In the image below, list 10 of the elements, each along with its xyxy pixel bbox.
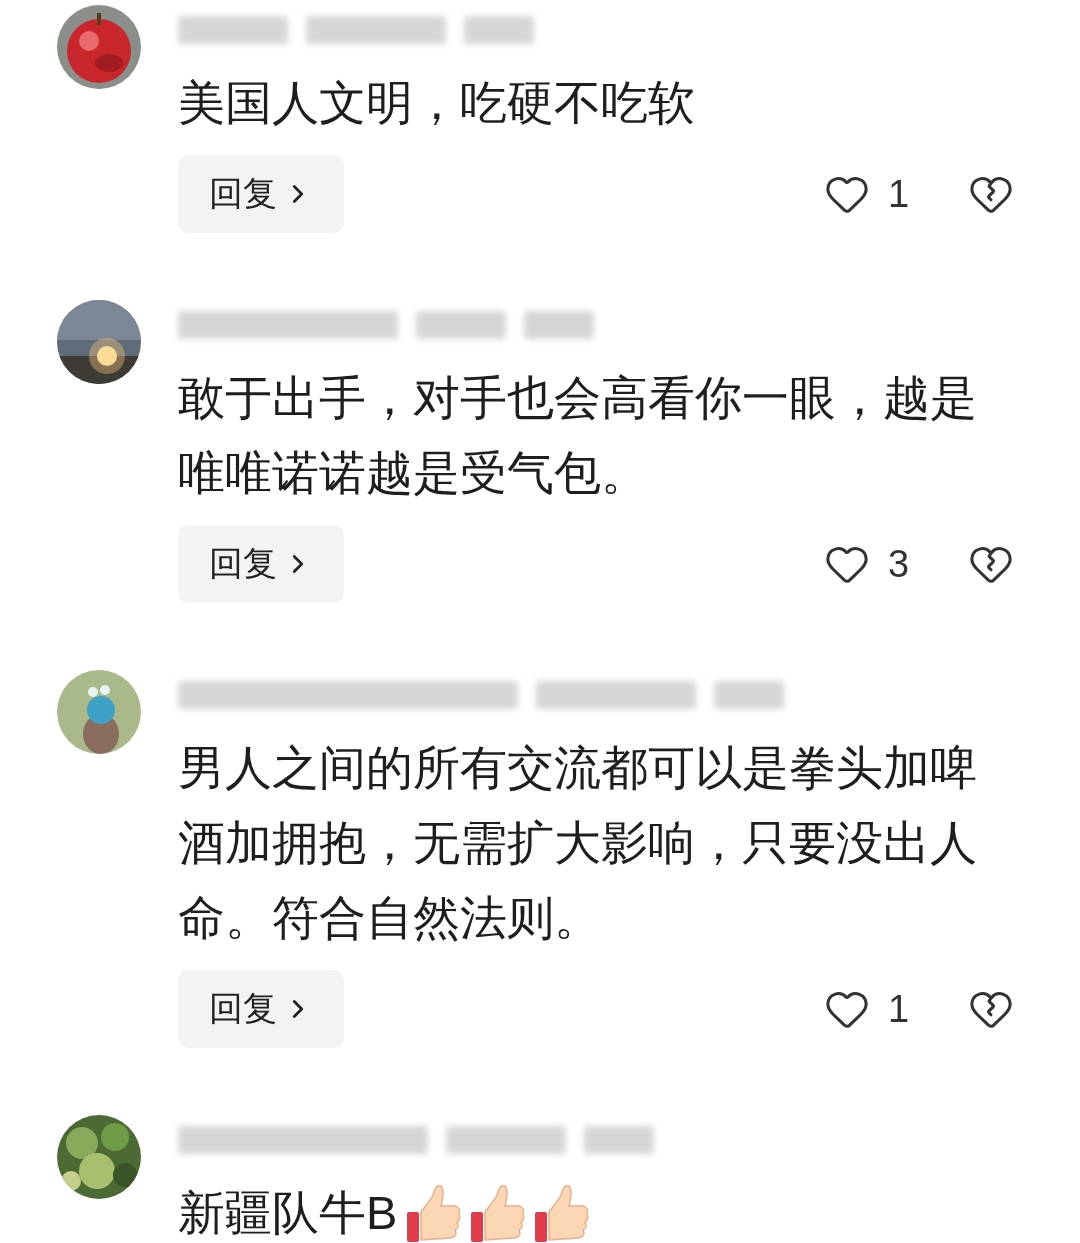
comment-text: 男人之间的所有交流都可以是拳头加啤酒加拥抱，无需扩大影响，只要没出人命。符合自然法则。 [178,740,978,946]
reply-button[interactable]: 回复 [178,155,344,233]
like-count: 1 [888,987,911,1031]
like-count: 3 [888,542,911,586]
reply-button[interactable]: 回复 [178,970,344,1048]
comment-text: 新疆队牛B [178,1185,398,1241]
comment-text: 敢于出手，对手也会高看你一眼，越是唯唯诺诺越是受气包。 [178,370,978,501]
comment-text: 美国人文明，吃硬不吃软 [178,75,695,131]
like-count: 1 [888,172,911,216]
reply-button[interactable]: 回复 [178,525,344,603]
